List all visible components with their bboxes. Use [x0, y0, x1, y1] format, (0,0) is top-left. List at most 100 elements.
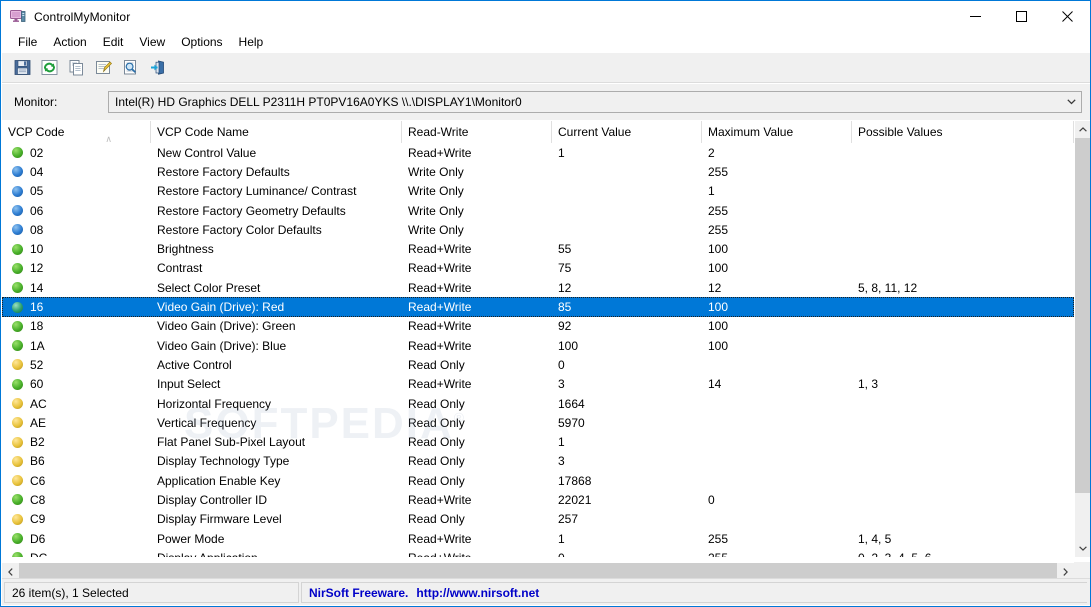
- horizontal-scrollbar[interactable]: [2, 562, 1074, 580]
- status-bullet-icon: [12, 224, 23, 236]
- cell-current-value: 17868: [558, 473, 592, 488]
- table-row[interactable]: 04 Restore Factory Defaults Write Only 255: [2, 162, 1074, 181]
- table-row[interactable]: D6 Power Mode Read+Write 1 255 1, 4, 5: [2, 529, 1074, 548]
- table-row[interactable]: AE Vertical Frequency Read Only 5970: [2, 413, 1074, 432]
- cell-possible-values: 0, 2, 3, 4, 5, 6: [852, 551, 1062, 557]
- column-header-vcp-code[interactable]: VCP Code ∧: [2, 121, 151, 143]
- exit-icon[interactable]: [146, 57, 169, 79]
- vcp-code-text: D6: [30, 531, 46, 546]
- cell-vcp-code-name: Display Application: [151, 551, 402, 557]
- cell-vcp-code: 12: [2, 261, 151, 275]
- properties-icon[interactable]: [92, 57, 115, 79]
- table-row[interactable]: 08 Restore Factory Color Defaults Write On…: [2, 220, 1074, 239]
- column-header-read-write[interactable]: Read-Write: [402, 121, 552, 143]
- maximize-button[interactable]: [998, 1, 1044, 32]
- table-row[interactable]: 1A Video Gain (Drive): Blue Read+Write 100 1…: [2, 336, 1074, 355]
- table-row[interactable]: AC Horizontal Frequency Read Only 1664: [2, 394, 1074, 413]
- status-bullet-icon: [12, 398, 23, 409]
- status-bullet-icon: [12, 378, 23, 390]
- vertical-scrollbar[interactable]: [1074, 121, 1090, 557]
- cell-read-write: Read+Write: [402, 551, 552, 557]
- cell-vcp-code: 14: [2, 281, 151, 295]
- find-icon[interactable]: [119, 57, 142, 79]
- cell-maximum-value: 2: [708, 145, 715, 160]
- copy-icon[interactable]: [65, 57, 88, 79]
- status-bullet-icon: [12, 552, 23, 557]
- column-header-possible-values[interactable]: Possible Values: [852, 121, 1074, 143]
- vcp-code-text: 05: [30, 184, 44, 199]
- menu-view[interactable]: View: [131, 33, 173, 51]
- table-row[interactable]: 18 Video Gain (Drive): Green Read+Write 92 1…: [2, 317, 1074, 336]
- scrollbar-corner: [1074, 562, 1090, 579]
- table-row[interactable]: C6 Application Enable Key Read Only 17868: [2, 471, 1074, 490]
- table-row[interactable]: 02 New Control Value Read+Write 1 2: [2, 143, 1074, 162]
- title-bar: ControlMyMonitor: [1, 1, 1090, 32]
- cell-read-write: Read+Write: [408, 319, 472, 334]
- status-bullet-icon: [12, 417, 23, 429]
- cell-vcp-code-name: Display Controller ID: [157, 492, 268, 507]
- vcp-code-text: C9: [30, 512, 46, 527]
- cell-vcp-code-name: Video Gain (Drive): Blue: [157, 338, 287, 353]
- status-bullet-icon: [12, 455, 23, 467]
- cell-maximum-value: 0: [708, 492, 715, 507]
- cell-read-write: Read+Write: [408, 261, 472, 276]
- column-header-vcp-code-name[interactable]: VCP Code Name: [151, 121, 402, 143]
- vcp-code-text: 18: [30, 319, 44, 334]
- table-row[interactable]: 52 Active Control Read Only 0: [2, 355, 1074, 374]
- save-icon[interactable]: [11, 57, 34, 79]
- status-nirsoft-pane[interactable]: NirSoft Freeware. http://www.nirsoft.net: [301, 582, 1087, 603]
- menu-action[interactable]: Action: [45, 33, 94, 51]
- cell-maximum-value: 100: [708, 319, 729, 334]
- cell-vcp-code-name: Application Enable Key: [157, 473, 281, 488]
- vcp-code-text: 04: [30, 164, 44, 179]
- refresh-icon[interactable]: [38, 57, 61, 79]
- cell-vcp-code: 02: [2, 146, 151, 160]
- monitor-select[interactable]: Intel(R) HD Graphics DELL P2311H PT0PV16…: [108, 91, 1082, 113]
- column-header-maximum-value[interactable]: Maximum Value: [702, 121, 852, 143]
- cell-read-write: Read+Write: [408, 280, 472, 295]
- table-row[interactable]: B2 Flat Panel Sub-Pixel Layout Read Only 1: [2, 432, 1074, 451]
- cell-maximum-value: 12: [708, 280, 722, 295]
- menu-help[interactable]: Help: [231, 33, 272, 51]
- cell-maximum-value: 14: [708, 377, 722, 392]
- table-row[interactable]: C9 Display Firmware Level Read Only 257: [2, 510, 1074, 529]
- menu-options[interactable]: Options: [173, 33, 230, 51]
- scroll-up-button[interactable]: [1075, 121, 1090, 138]
- cell-vcp-code-name: Contrast: [157, 261, 203, 276]
- table-row[interactable]: 10 Brightness Read+Write 55 100: [2, 239, 1074, 258]
- status-bullet-icon: [12, 147, 23, 159]
- table-row[interactable]: C8 Display Controller ID Read+Write 22021 0: [2, 490, 1074, 509]
- status-bullet-icon: [12, 243, 23, 255]
- nirsoft-link[interactable]: http://www.nirsoft.net: [416, 586, 539, 600]
- table-row[interactable]: 06 Restore Factory Geometry Defaults Write…: [2, 201, 1074, 220]
- table-row[interactable]: B6 Display Technology Type Read Only 3: [2, 452, 1074, 471]
- cell-maximum-value: 100: [708, 242, 729, 257]
- chevron-down-icon[interactable]: [1061, 92, 1081, 112]
- cell-vcp-code: 04: [2, 165, 151, 179]
- app-monitor-icon: [10, 9, 26, 25]
- table-row[interactable]: 12 Contrast Read+Write 75 100: [2, 259, 1074, 278]
- vcp-code-text: 60: [30, 377, 44, 392]
- menu-edit[interactable]: Edit: [95, 33, 132, 51]
- table-row[interactable]: DC Display ApplicationRead+Write02550, 2,…: [2, 548, 1074, 557]
- cell-possible-values: 5, 8, 11, 12: [858, 280, 918, 295]
- table-row[interactable]: 60 Input Select Read+Write 3 14 1, 3: [2, 375, 1074, 394]
- menu-file[interactable]: File: [10, 33, 45, 51]
- list-rows: 02 New Control Value Read+Write 1 2 04 Restore…: [2, 143, 1074, 557]
- close-button[interactable]: [1044, 1, 1090, 32]
- table-row[interactable]: 16 Video Gain (Drive): Red Read+Write 85 100: [2, 297, 1074, 317]
- vertical-scroll-thumb[interactable]: [1075, 138, 1090, 493]
- column-header-current-value[interactable]: Current Value: [552, 121, 702, 143]
- cell-vcp-code: B6: [2, 454, 151, 468]
- minimize-button[interactable]: [952, 1, 998, 32]
- cell-vcp-code-name: Brightness: [157, 242, 214, 257]
- vcp-code-text: 52: [30, 357, 44, 372]
- table-row[interactable]: 05 Restore Factory Luminance/ Contrast Wri…: [2, 182, 1074, 201]
- cell-vcp-code-name: Active Control: [157, 357, 232, 372]
- scroll-down-button[interactable]: [1075, 540, 1090, 557]
- table-row[interactable]: 14 Select Color Preset Read+Write 12 12 5, 8,…: [2, 278, 1074, 297]
- status-bullet-icon: [12, 475, 23, 487]
- cell-vcp-code: DC: [2, 551, 151, 557]
- cell-vcp-code-name: Input Select: [157, 377, 221, 392]
- status-bullet-icon: [12, 166, 23, 178]
